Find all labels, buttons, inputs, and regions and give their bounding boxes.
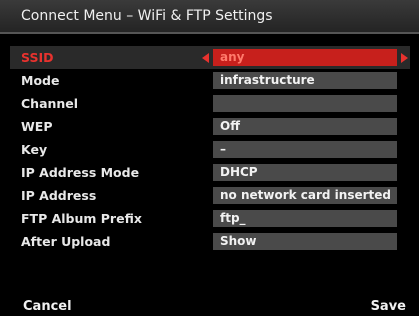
setting-row-channel[interactable]: Channel [10, 92, 410, 115]
setting-row-ip-address[interactable]: IP Address no network card inserted [10, 184, 410, 207]
setting-row-mode[interactable]: Mode infrastructure [10, 69, 410, 92]
setting-label: SSID [21, 50, 54, 65]
setting-row-ftp-prefix[interactable]: FTP Album Prefix ftp_ [10, 207, 410, 230]
setting-label: IP Address [21, 188, 97, 203]
ip-address-mode-field[interactable]: DHCP [213, 164, 397, 181]
setting-label: Key [21, 142, 48, 157]
setting-row-ip-mode[interactable]: IP Address Mode DHCP [10, 161, 410, 184]
arrow-left-icon[interactable] [202, 53, 209, 63]
setting-label: Mode [21, 73, 60, 88]
ip-address-field[interactable]: no network card inserted [213, 187, 397, 204]
mode-field[interactable]: infrastructure [213, 72, 397, 89]
setting-label: IP Address Mode [21, 165, 140, 180]
setting-row-after-upload[interactable]: After Upload Show [10, 230, 410, 253]
ftp-album-prefix-field[interactable]: ftp_ [213, 210, 397, 227]
settings-screen: Connect Menu – WiFi & FTP Settings SSID … [0, 0, 419, 316]
title-bar: Connect Menu – WiFi & FTP Settings [0, 0, 419, 34]
key-field[interactable]: – [213, 141, 397, 158]
wep-field[interactable]: Off [213, 118, 397, 135]
arrow-right-icon[interactable] [401, 53, 408, 63]
after-upload-field[interactable]: Show [213, 233, 397, 250]
setting-label: FTP Album Prefix [21, 211, 142, 226]
channel-field[interactable] [213, 95, 397, 112]
setting-row-key[interactable]: Key – [10, 138, 410, 161]
setting-row-wep[interactable]: WEP Off [10, 115, 410, 138]
setting-label: WEP [21, 119, 53, 134]
footer-bar: Cancel Save [0, 296, 419, 316]
setting-row-ssid[interactable]: SSID any [10, 46, 410, 69]
cancel-button[interactable]: Cancel [23, 299, 72, 314]
setting-label: After Upload [21, 234, 111, 249]
setting-label: Channel [21, 96, 79, 111]
page-title: Connect Menu – WiFi & FTP Settings [21, 8, 273, 24]
ssid-field[interactable]: any [213, 49, 397, 66]
save-button[interactable]: Save [371, 299, 406, 314]
